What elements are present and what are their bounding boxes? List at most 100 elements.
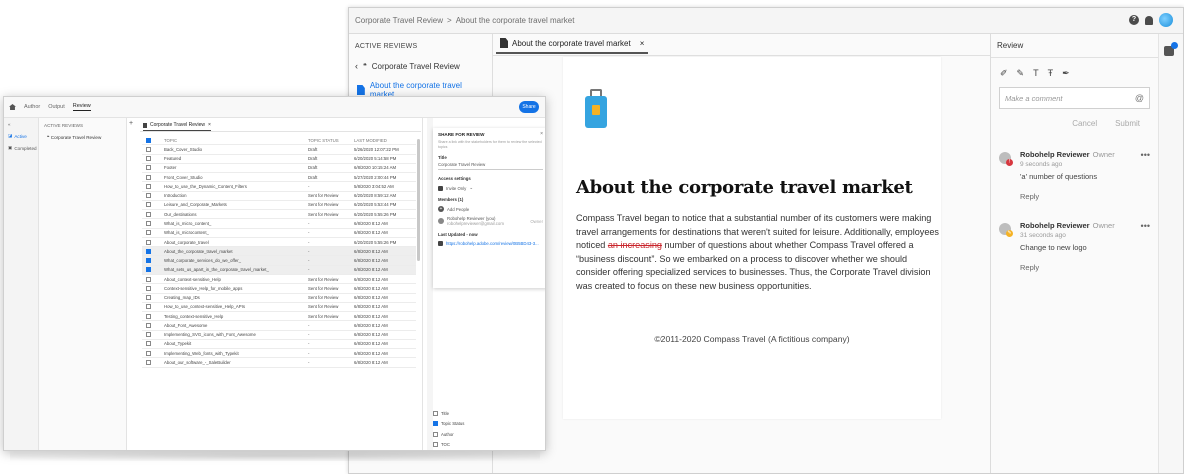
strikethrough-tool-icon[interactable]: Ŧ bbox=[1048, 68, 1054, 79]
table-row[interactable]: Footer Draft 6/8/2020 10:15:24 AM bbox=[142, 164, 416, 174]
close-icon[interactable]: × bbox=[540, 131, 543, 137]
row-checkbox[interactable] bbox=[146, 146, 151, 152]
add-people-button[interactable]: + Add People bbox=[438, 206, 543, 212]
draw-tool-icon[interactable]: ✒ bbox=[1062, 68, 1070, 79]
pin-tool-icon[interactable]: ✐ bbox=[1000, 68, 1008, 79]
strikethrough-annotation[interactable]: an increasing bbox=[608, 240, 662, 250]
table-row[interactable]: How_to_use_the_Dynamic_Content_Filters - 5… bbox=[142, 182, 416, 192]
review-list-item[interactable]: ❝ Corporate Travel Review bbox=[39, 132, 126, 144]
row-checkbox[interactable] bbox=[146, 313, 151, 319]
help-icon[interactable]: ? bbox=[1129, 15, 1139, 25]
highlight-tool-icon[interactable]: ✎ bbox=[1017, 68, 1025, 79]
row-checkbox[interactable] bbox=[146, 360, 151, 365]
row-checkbox[interactable] bbox=[146, 267, 151, 273]
table-row[interactable]: Testing_context-sensitive_Help Sent for R… bbox=[142, 312, 416, 322]
row-checkbox[interactable] bbox=[146, 211, 151, 217]
table-row[interactable]: Front_Cover_Studio Draft 5/27/2020 2:00:44… bbox=[142, 173, 416, 183]
add-review-icon[interactable]: + bbox=[129, 120, 133, 127]
row-checkbox[interactable] bbox=[146, 202, 151, 208]
comment-input[interactable]: Make a comment @ bbox=[999, 87, 1150, 109]
table-row[interactable]: About_corporate_travel - 6/20/2020 5:55:26… bbox=[142, 238, 416, 248]
table-row[interactable]: Context-sensitive_Help_for_mobile_apps Se… bbox=[142, 284, 416, 294]
user-avatar[interactable] bbox=[1159, 13, 1173, 27]
collapse-icon[interactable]: « bbox=[4, 118, 38, 130]
row-checkbox[interactable] bbox=[146, 239, 151, 245]
row-checkbox[interactable] bbox=[146, 322, 151, 328]
close-tab-icon[interactable]: × bbox=[640, 39, 645, 48]
tab-output[interactable]: Output bbox=[48, 104, 65, 110]
tab-author[interactable]: Author bbox=[24, 104, 40, 110]
share-button[interactable]: Share bbox=[519, 101, 539, 113]
row-checkbox[interactable] bbox=[146, 165, 151, 171]
review-link-row[interactable]: https://robohelp.adobe.com/review/0B5BD4… bbox=[438, 241, 543, 246]
notification-bell-icon[interactable] bbox=[1145, 15, 1153, 25]
table-row[interactable]: About_Typekit - 6/8/2020 8:12 AM bbox=[142, 340, 416, 350]
row-checkbox[interactable] bbox=[146, 295, 151, 301]
topic-tab[interactable]: About the corporate travel market × bbox=[496, 38, 649, 54]
more-options-icon[interactable]: ••• bbox=[1141, 150, 1150, 160]
table-row[interactable]: Our_destinations Sent for Review 6/20/2020… bbox=[142, 210, 416, 220]
table-row[interactable]: Back_Cover_Studio Draft 5/26/2020 12:07:22… bbox=[142, 145, 416, 155]
table-row[interactable]: About_the_corporate_travel_market - 6/8/20… bbox=[142, 247, 416, 257]
row-checkbox[interactable] bbox=[146, 156, 151, 162]
column-option[interactable]: Author bbox=[433, 429, 467, 440]
table-row[interactable]: What_sets_us_apart_in_the_corporate_trav… bbox=[142, 265, 416, 275]
close-tab-icon[interactable]: × bbox=[208, 122, 211, 128]
row-checkbox[interactable] bbox=[146, 332, 151, 338]
review-tab[interactable]: Corporate Travel Review × bbox=[143, 122, 211, 131]
document-paragraph[interactable]: Compass Travel began to notice that a su… bbox=[576, 212, 941, 294]
tab-review[interactable]: Review bbox=[72, 103, 91, 111]
table-row[interactable]: Implementing_SVG_icons_with_Font_Awesome… bbox=[142, 331, 416, 340]
row-checkbox[interactable] bbox=[146, 276, 151, 282]
table-row[interactable]: About_Font_Awesome - 6/8/2020 8:12 AM bbox=[142, 321, 416, 331]
reply-link[interactable]: Reply bbox=[1020, 263, 1039, 272]
table-row[interactable]: Leisure_and_Corporate_Markets Sent for Re… bbox=[142, 201, 416, 211]
option-checkbox[interactable] bbox=[433, 431, 438, 437]
submit-button[interactable]: Submit bbox=[1115, 119, 1140, 128]
col-last-modified[interactable]: LAST MODIFIED bbox=[354, 138, 387, 143]
back-to-review[interactable]: ‹ ❝ Corporate Travel Review bbox=[349, 56, 492, 76]
reply-link[interactable]: Reply bbox=[1020, 192, 1039, 201]
access-dropdown[interactable]: Invite Only ⌄ bbox=[438, 185, 543, 191]
insert-text-tool-icon[interactable]: T bbox=[1033, 68, 1039, 79]
column-option[interactable]: Topic Status bbox=[433, 419, 467, 430]
nav-active[interactable]: ◪ Active bbox=[4, 130, 38, 142]
column-option[interactable]: TOC bbox=[433, 440, 467, 451]
table-row[interactable]: Creating_map_IDs Sent for Review 6/8/2020 … bbox=[142, 294, 416, 303]
table-row[interactable]: Featured Draft 6/20/2020 5:14:58 PM bbox=[142, 155, 416, 164]
breadcrumb-review[interactable]: Corporate Travel Review bbox=[355, 16, 443, 25]
table-row[interactable]: Implementing_Web_fonts_with_Typekit - 6/8/… bbox=[142, 349, 416, 359]
row-checkbox[interactable] bbox=[146, 248, 151, 254]
select-all-checkbox[interactable] bbox=[146, 137, 151, 143]
row-checkbox[interactable] bbox=[146, 304, 151, 310]
col-topic-status[interactable]: TOPIC STATUS bbox=[308, 138, 339, 143]
option-checkbox[interactable] bbox=[433, 421, 438, 427]
table-row[interactable]: Introduction Sent for Review 6/20/2020 8:5… bbox=[142, 192, 416, 201]
col-topic[interactable]: TOPIC bbox=[164, 138, 177, 143]
row-checkbox[interactable] bbox=[146, 221, 151, 227]
title-field[interactable]: Corporate Travel Review bbox=[438, 162, 543, 170]
row-checkbox[interactable] bbox=[146, 341, 151, 347]
table-row[interactable]: How_to_use_context-sensitive_Help_APIs Se… bbox=[142, 303, 416, 313]
table-row[interactable]: About_context-sensitive_Help Sent for Rev… bbox=[142, 275, 416, 285]
row-checkbox[interactable] bbox=[146, 183, 151, 189]
back-arrow-icon[interactable]: ‹ bbox=[355, 61, 358, 71]
more-options-icon[interactable]: ••• bbox=[1141, 221, 1150, 231]
mention-icon[interactable]: @ bbox=[1135, 93, 1144, 103]
table-scrollbar[interactable] bbox=[417, 139, 420, 261]
column-option[interactable]: Folder bbox=[433, 450, 467, 451]
home-icon[interactable] bbox=[9, 104, 16, 110]
cancel-button[interactable]: Cancel bbox=[1072, 119, 1097, 128]
table-row[interactable]: What_is_microcontent_ - 6/8/2020 8:12 AM bbox=[142, 229, 416, 238]
table-row[interactable]: What_corporate_services_do_we_offer_ - 6/8… bbox=[142, 256, 416, 266]
option-checkbox[interactable] bbox=[433, 442, 438, 448]
row-checkbox[interactable] bbox=[146, 174, 151, 180]
row-checkbox[interactable] bbox=[146, 285, 151, 291]
row-checkbox[interactable] bbox=[146, 350, 151, 356]
review-url[interactable]: https://robohelp.adobe.com/review/0B5BD4… bbox=[446, 241, 539, 246]
table-row[interactable]: What_is_micro_content_ - 6/8/2020 8:12 AM bbox=[142, 219, 416, 229]
nav-completed[interactable]: ▣ Completed bbox=[4, 142, 38, 154]
row-checkbox[interactable] bbox=[146, 230, 151, 236]
table-row[interactable]: About_our_software_-_SaleBuilder - 6/8/202… bbox=[142, 358, 416, 368]
row-checkbox[interactable] bbox=[146, 258, 151, 264]
